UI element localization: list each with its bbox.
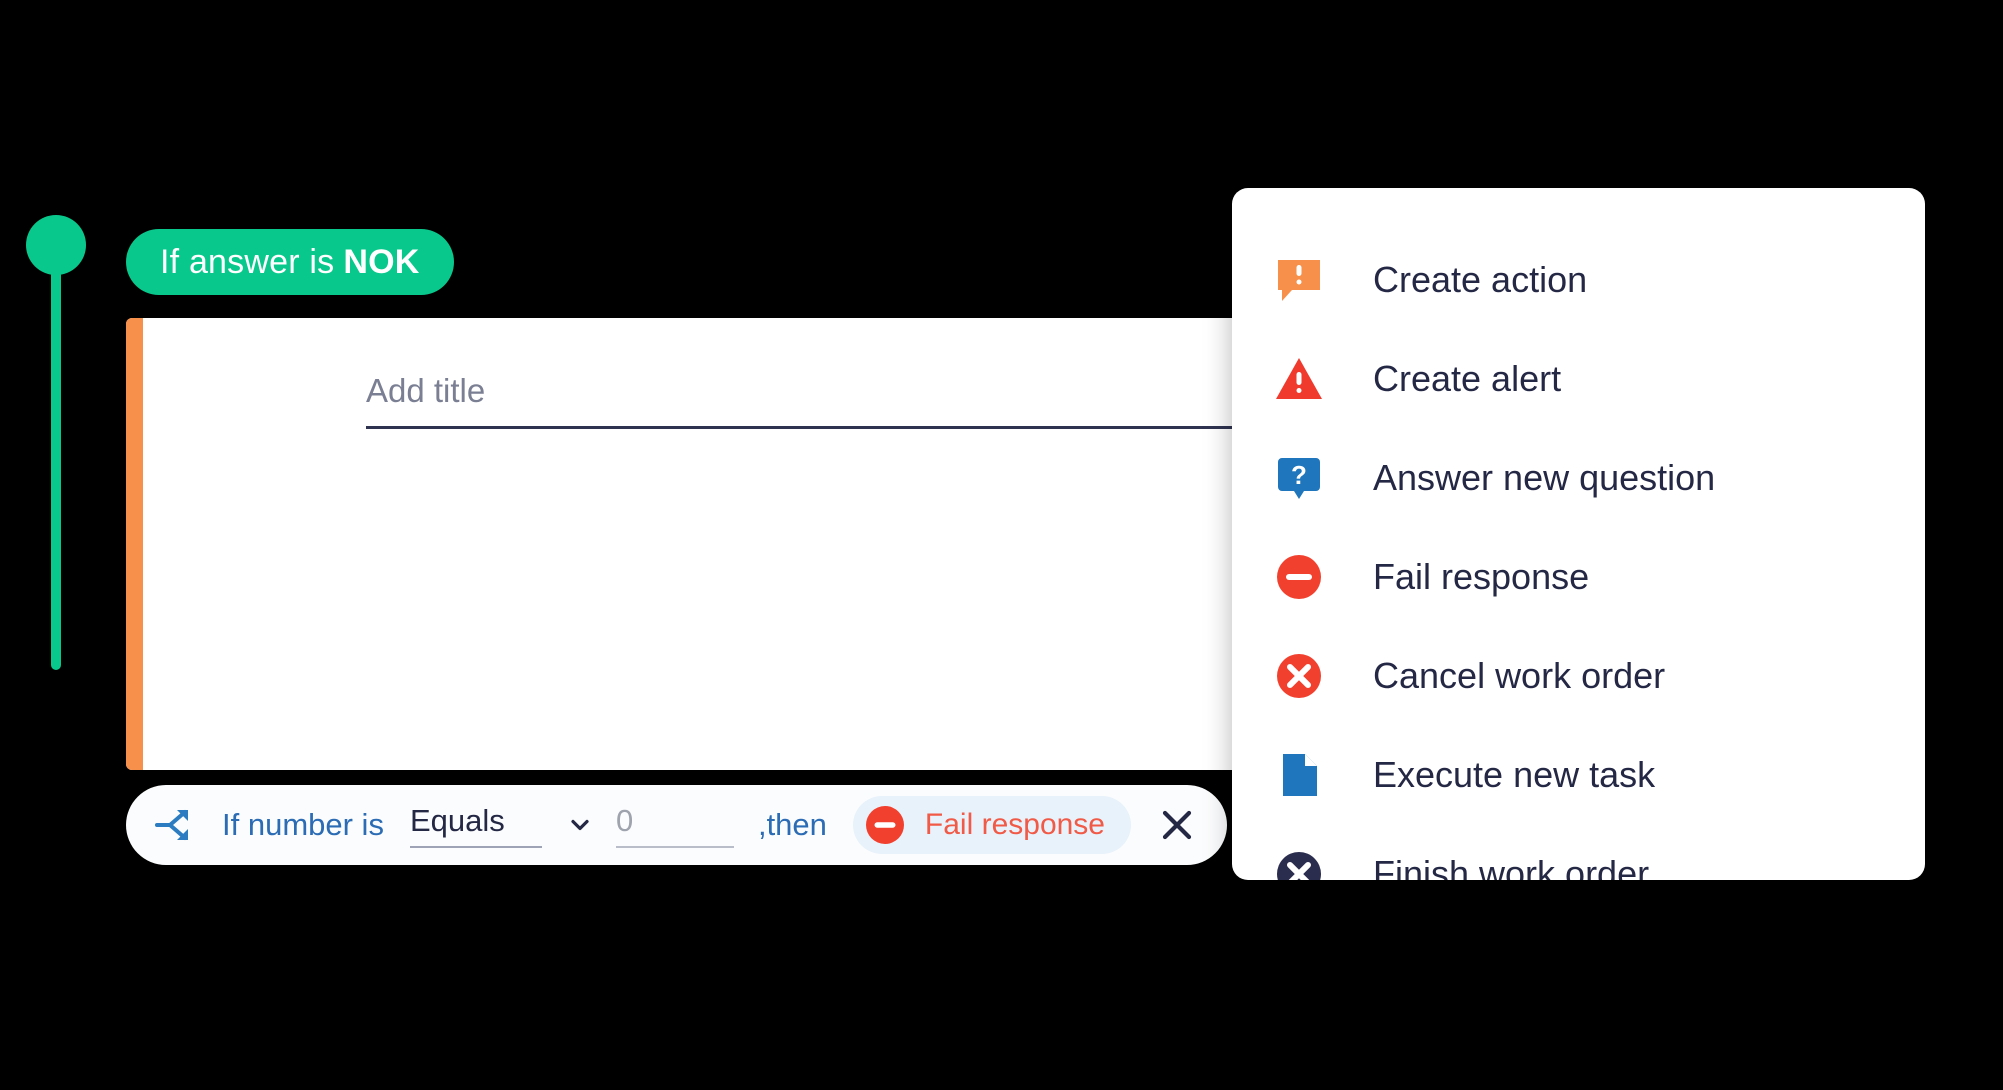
card-accent-bar [126, 318, 143, 770]
title-underline [366, 426, 1286, 429]
close-icon[interactable] [1157, 805, 1197, 845]
answer-condition-badge: If answer is NOK [126, 229, 454, 295]
logic-then-text: ,then [757, 807, 827, 842]
title-input[interactable]: Add title [366, 369, 1286, 429]
badge-prefix: If answer is [160, 242, 335, 281]
menu-item-fail-response[interactable]: Fail response [1232, 527, 1925, 626]
menu-item-execute-new-task[interactable]: Execute new task [1232, 725, 1925, 824]
menu-item-answer-new-question[interactable]: ? Answer new question [1232, 428, 1925, 527]
threshold-input[interactable]: 0 [615, 803, 734, 848]
operator-value: Equals [409, 803, 542, 848]
chevron-down-icon [571, 819, 589, 831]
menu-item-label: Finish work order [1373, 852, 1650, 881]
svg-text:?: ? [1291, 460, 1307, 490]
selected-action-label: Fail response [924, 808, 1105, 841]
branch-arrows-icon [155, 810, 188, 840]
x-circle-dark-icon [1275, 850, 1323, 880]
menu-item-label: Execute new task [1373, 753, 1656, 795]
status-dot-icon [26, 215, 86, 275]
menu-item-label: Cancel work order [1373, 654, 1666, 696]
operator-select[interactable]: Equals [409, 803, 592, 848]
menu-item-label: Create alert [1373, 357, 1562, 399]
minus-circle-icon [1275, 553, 1323, 601]
conditional-logic-bar: If number is Equals 0 ,then Fail respons… [126, 785, 1227, 865]
question-bubble-icon: ? [1275, 454, 1323, 502]
warning-triangle-icon [1275, 355, 1323, 403]
menu-item-finish-work-order[interactable]: Finish work order [1232, 824, 1925, 880]
menu-item-label: Create action [1373, 258, 1588, 300]
selected-action-chip[interactable]: Fail response [852, 796, 1131, 854]
menu-item-label: Answer new question [1373, 456, 1716, 498]
canvas: If answer is NOK Add title + Add descrip… [0, 0, 2003, 1090]
menu-item-cancel-work-order[interactable]: Cancel work order [1232, 626, 1925, 725]
question-card: Add title + Add description 1 Number Add… [126, 318, 1286, 770]
speech-bubble-exclamation-icon [1275, 256, 1323, 304]
minus-circle-icon [865, 806, 904, 844]
rail-line [51, 270, 61, 670]
menu-item-create-action[interactable]: Create action [1232, 230, 1925, 329]
x-circle-icon [1275, 652, 1323, 700]
document-icon [1275, 751, 1323, 799]
action-type-menu: Create action Create alert ? Answer new … [1232, 188, 1925, 880]
logic-lead-text: If number is [222, 807, 384, 842]
card-body: Add title + Add description 1 Number Add… [143, 318, 1286, 770]
branch-rail [26, 215, 86, 675]
badge-emphasis: NOK [343, 242, 420, 281]
title-placeholder: Add title [366, 372, 486, 409]
menu-item-create-alert[interactable]: Create alert [1232, 329, 1925, 428]
menu-item-label: Fail response [1373, 555, 1590, 597]
